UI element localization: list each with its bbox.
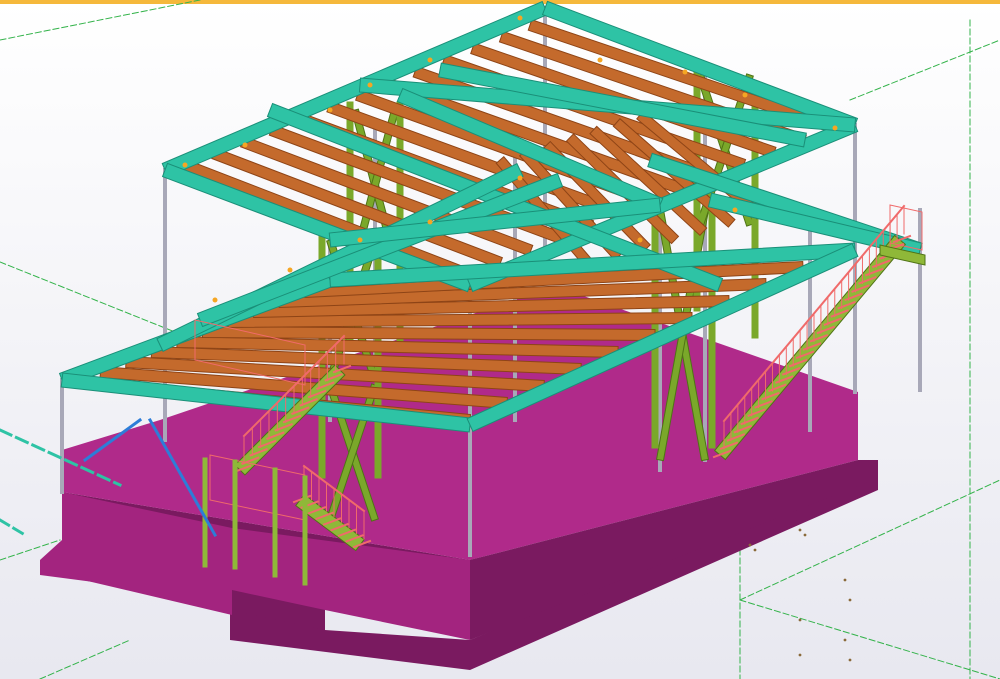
bolt-connection[interactable] bbox=[367, 82, 373, 88]
anchor-bolt-marker[interactable] bbox=[798, 618, 802, 622]
anchor-bolt-marker[interactable] bbox=[843, 578, 847, 582]
bolt-connection[interactable] bbox=[832, 125, 838, 131]
bolt-connection[interactable] bbox=[597, 57, 603, 63]
anchor-bolt-marker[interactable] bbox=[748, 543, 752, 547]
bolt-connection[interactable] bbox=[357, 237, 363, 243]
anchor-bolt-marker[interactable] bbox=[798, 653, 802, 657]
floor-joist[interactable] bbox=[201, 325, 656, 342]
model-viewport[interactable] bbox=[0, 0, 1000, 679]
bolt-connection[interactable] bbox=[427, 219, 433, 225]
bolt-connection[interactable] bbox=[212, 297, 218, 303]
bolt-connection[interactable] bbox=[637, 237, 643, 243]
bolt-connection[interactable] bbox=[682, 69, 688, 75]
structural-model-3d-view[interactable] bbox=[0, 0, 1000, 679]
bolt-connection[interactable] bbox=[732, 207, 738, 213]
bolt-connection[interactable] bbox=[182, 162, 188, 168]
bolt-connection[interactable] bbox=[287, 267, 293, 273]
anchor-bolt-marker[interactable] bbox=[843, 638, 847, 642]
anchor-bolt-marker[interactable] bbox=[798, 528, 802, 532]
anchor-bolt-marker[interactable] bbox=[803, 533, 807, 537]
anchor-bolt-marker[interactable] bbox=[848, 658, 852, 662]
bolt-connection[interactable] bbox=[742, 92, 748, 98]
anchor-bolt-marker[interactable] bbox=[848, 598, 852, 602]
bolt-connection[interactable] bbox=[427, 57, 433, 63]
anchor-bolt-marker[interactable] bbox=[753, 548, 757, 552]
top-accent-bar bbox=[0, 0, 1000, 4]
bolt-connection[interactable] bbox=[242, 142, 248, 148]
bolt-connection[interactable] bbox=[327, 107, 333, 113]
bolt-connection[interactable] bbox=[517, 15, 523, 21]
bolt-connection[interactable] bbox=[517, 175, 523, 181]
